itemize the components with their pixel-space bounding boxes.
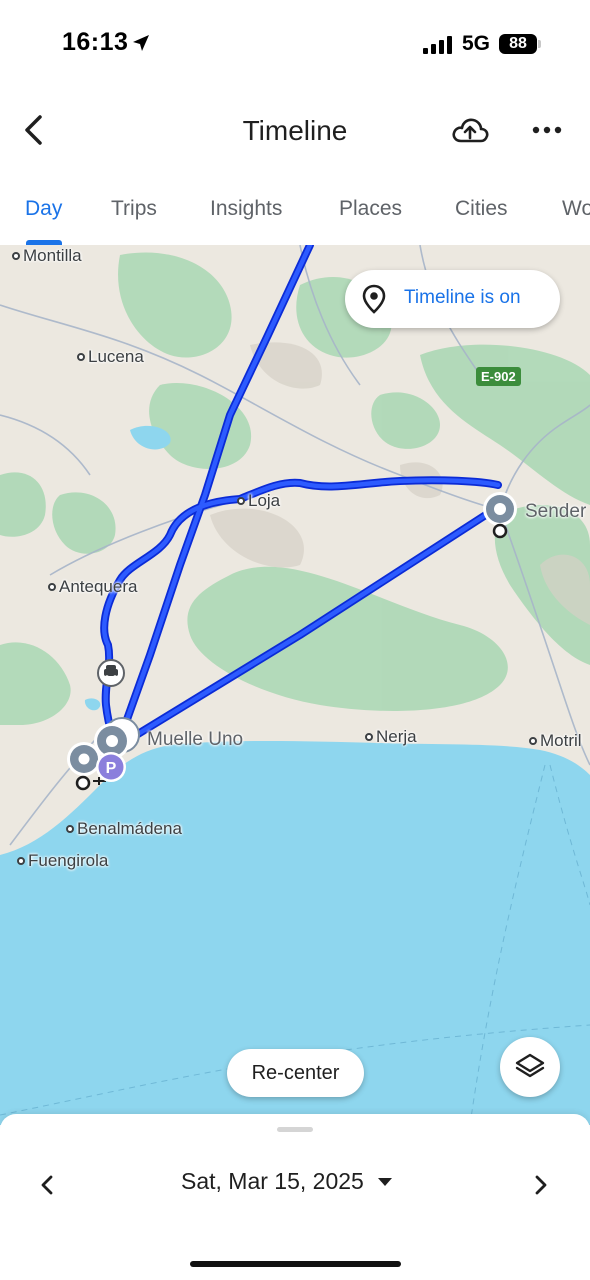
timeline-status-chip[interactable]: Timeline is on xyxy=(345,270,560,328)
map-label-lucena: Lucena xyxy=(77,347,144,367)
layers-icon xyxy=(515,1053,545,1078)
drag-handle[interactable] xyxy=(277,1127,313,1132)
tab-cities[interactable]: Cities xyxy=(455,197,508,221)
town-dot xyxy=(365,733,373,741)
tab-bar: Day Trips Insights Places Cities Wo xyxy=(0,182,590,245)
town-dot xyxy=(12,252,20,260)
tab-world[interactable]: Wo xyxy=(562,197,590,221)
label-text: Fuengirola xyxy=(28,851,109,870)
app-header: Timeline xyxy=(0,95,590,167)
network-type: 5G xyxy=(462,32,491,55)
tab-day[interactable]: Day xyxy=(25,197,62,221)
map-label-antequera: Antequera xyxy=(48,577,137,597)
map-label-montilla: Montilla xyxy=(12,246,82,266)
selected-date: Sat, Mar 15, 2025 xyxy=(181,1168,364,1194)
battery-level: 88 xyxy=(509,35,527,52)
timeline-status-label: Timeline is on xyxy=(404,287,521,308)
town-dot xyxy=(17,857,25,865)
tab-places[interactable]: Places xyxy=(339,197,402,221)
next-day-icon[interactable] xyxy=(530,1170,552,1200)
parking-marker: P xyxy=(96,752,126,782)
label-text: Nerja xyxy=(376,727,417,746)
status-bar: 16:13 5G 88 xyxy=(0,0,590,90)
car-icon xyxy=(97,659,125,687)
more-horizontal-icon[interactable] xyxy=(530,117,564,143)
road-shield: E-902 xyxy=(476,367,521,386)
label-text: Montilla xyxy=(23,246,82,265)
location-pin-icon xyxy=(362,284,386,314)
battery-tip xyxy=(538,40,541,48)
map-label-nerja: Nerja xyxy=(365,727,417,747)
status-time: 16:13 xyxy=(62,28,129,56)
label-text: Loja xyxy=(248,491,281,510)
town-dot xyxy=(66,825,74,833)
town-dot xyxy=(77,353,85,361)
town-dot xyxy=(48,583,56,591)
previous-day-icon[interactable] xyxy=(36,1170,58,1200)
battery-icon: 88 xyxy=(499,34,537,54)
location-arrow-icon xyxy=(133,35,149,51)
map-label-loja: Loja xyxy=(237,491,280,511)
date-selector[interactable]: Sat, Mar 15, 2025 xyxy=(181,1168,393,1200)
label-text: Lucena xyxy=(88,347,144,366)
map-view[interactable]: P Montilla Lucena Loja Antequera Sender … xyxy=(0,245,590,1125)
layers-button[interactable] xyxy=(500,1037,560,1097)
label-text: Benalmádena xyxy=(77,819,182,838)
label-text: Antequera xyxy=(59,577,138,596)
cloud-upload-icon[interactable] xyxy=(450,113,490,147)
map-label-motril: Motril xyxy=(529,731,582,751)
home-indicator[interactable] xyxy=(190,1261,401,1267)
cellular-signal-icon xyxy=(423,36,452,54)
parking-label: P xyxy=(106,760,117,777)
map-label-benalmadena: Benalmádena xyxy=(66,819,182,839)
label-text: Motril xyxy=(540,731,582,750)
tab-trips[interactable]: Trips xyxy=(111,197,157,221)
town-dot xyxy=(237,497,245,505)
map-label-sender: Sender xyxy=(525,501,587,522)
map-label-muelle-uno: Muelle Uno xyxy=(147,729,244,750)
town-dot xyxy=(529,737,537,745)
map-label-fuengirola: Fuengirola xyxy=(17,851,108,871)
page-title: Timeline xyxy=(242,115,348,146)
tab-insights[interactable]: Insights xyxy=(210,197,282,221)
bottom-sheet: Sat, Mar 15, 2025 xyxy=(0,1114,590,1280)
dropdown-caret-icon xyxy=(378,1178,393,1186)
recenter-button[interactable]: Re-center xyxy=(227,1049,364,1097)
